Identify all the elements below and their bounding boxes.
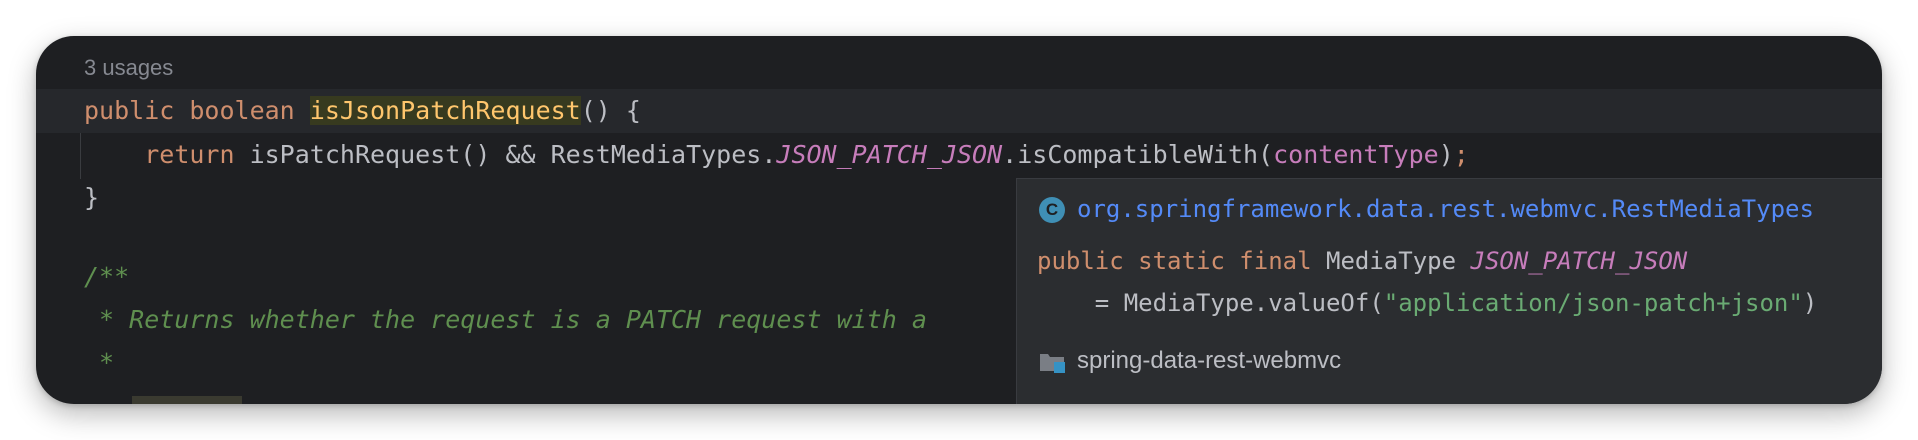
declaration-line-2: = MediaType.valueOf("application/json-pa… [1037, 283, 1817, 323]
code-text: ) [1438, 140, 1454, 169]
method-signature-rest: () { [580, 96, 641, 125]
constant-json-patch-json[interactable]: JSON_PATCH_JSON [776, 140, 1002, 169]
method-name[interactable]: isJsonPatchRequest [309, 96, 581, 125]
assignment-text: = MediaType.valueOf( [1037, 289, 1384, 317]
class-icon: C [1039, 197, 1065, 223]
string-literal: "application/json-patch+json" [1383, 289, 1803, 317]
keyword-boolean: boolean [189, 96, 295, 125]
type-name: MediaType [1326, 247, 1457, 275]
code-text: .isCompatibleWith( [1002, 140, 1274, 169]
method-declaration-line[interactable]: public boolean isJsonPatchRequest() { [84, 89, 641, 133]
declaration-line-1: public static final MediaType JSON_PATCH… [1037, 241, 1687, 281]
quick-documentation-popup[interactable]: C org.springframework.data.rest.webmvc.R… [1016, 178, 1882, 404]
parameter-content-type: contentType [1273, 140, 1439, 169]
semicolon: ; [1453, 140, 1469, 169]
code-editor[interactable]: 3 usages public boolean isJsonPatchReque… [36, 36, 1882, 404]
partial-highlight [132, 396, 242, 404]
keyword-return: return [144, 140, 235, 169]
modifiers: public static final [1037, 247, 1312, 275]
return-statement-line[interactable]: return isPatchRequest() && RestMediaType… [84, 133, 1469, 177]
indent-guide [80, 133, 81, 179]
keyword-public: public [84, 96, 175, 125]
module-name: spring-data-rest-webmvc [1077, 347, 1342, 374]
usages-hint[interactable]: 3 usages [84, 55, 173, 81]
closing-brace-line[interactable]: } [84, 176, 99, 220]
closing-paren: ) [1802, 289, 1818, 317]
fully-qualified-class-link[interactable]: org.springframework.data.rest.webmvc.Res… [1077, 189, 1814, 229]
code-text: isPatchRequest() && RestMediaTypes. [234, 140, 777, 169]
comment-start-line[interactable]: /** [84, 255, 129, 299]
module-folder-icon [1040, 354, 1065, 373]
field-name: JSON_PATCH_JSON [1470, 247, 1688, 275]
comment-star-line[interactable]: * [84, 341, 114, 385]
comment-text-line[interactable]: * Returns whether the request is a PATCH… [84, 298, 927, 342]
